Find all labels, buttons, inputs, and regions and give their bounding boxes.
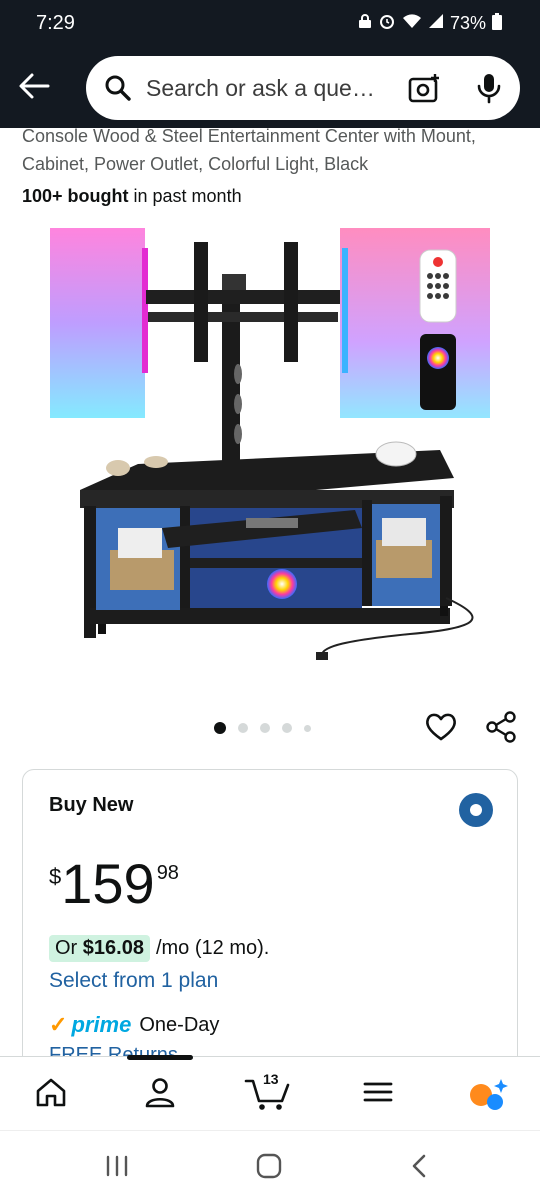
recent-apps-icon[interactable] bbox=[104, 1153, 130, 1184]
select-plan-link[interactable]: Select from 1 plan bbox=[49, 969, 218, 993]
battery-text: 73% bbox=[449, 13, 486, 33]
purchase-count: 100+ bought in past month bbox=[22, 186, 242, 207]
menu-icon[interactable] bbox=[362, 1075, 394, 1114]
search-placeholder: Search or ask a que… bbox=[146, 75, 375, 101]
monthly-prefix: Or bbox=[55, 937, 78, 959]
home-icon[interactable] bbox=[34, 1075, 68, 1114]
back-button[interactable] bbox=[16, 68, 52, 104]
monthly-amount: $16.08 bbox=[82, 937, 144, 959]
wifi-icon bbox=[402, 13, 422, 34]
price-whole: 159 bbox=[61, 852, 155, 915]
rufus-assistant-icon[interactable] bbox=[466, 1075, 510, 1118]
signal-icon bbox=[428, 13, 444, 34]
search-input[interactable]: Search or ask a que… bbox=[86, 56, 520, 120]
status-bar: 7:29 73% bbox=[0, 0, 540, 50]
price-fraction: 98 bbox=[156, 862, 179, 884]
alarm-icon bbox=[378, 12, 396, 35]
delivery-speed: One-Day bbox=[139, 1013, 220, 1036]
battery-icon bbox=[492, 12, 502, 35]
account-icon[interactable] bbox=[143, 1075, 177, 1114]
status-icons: 73% bbox=[358, 12, 502, 35]
back-arrow-icon bbox=[19, 73, 50, 99]
buy-box: Buy New $ 159 98 Or $16.08 /mo (12 mo). … bbox=[22, 769, 518, 1056]
lock-icon bbox=[358, 13, 372, 34]
image-pagination[interactable] bbox=[214, 722, 311, 734]
active-tab-indicator bbox=[127, 1055, 193, 1060]
prime-check-icon: ✓ bbox=[49, 1012, 68, 1037]
search-header: Search or ask a que… bbox=[0, 50, 540, 128]
monthly-payment: Or $16.08 /mo (12 mo). bbox=[49, 935, 269, 962]
cart-count: 13 bbox=[263, 1071, 279, 1087]
pagination-dot[interactable] bbox=[260, 723, 270, 733]
monthly-pill: Or $16.08 bbox=[49, 935, 150, 962]
system-nav-bar bbox=[0, 1130, 540, 1201]
bought-period: in past month bbox=[128, 186, 242, 206]
monthly-term: /mo (12 mo). bbox=[155, 937, 270, 959]
microphone-icon[interactable] bbox=[476, 72, 502, 109]
product-title[interactable]: Console Wood & Steel Entertainment Cente… bbox=[22, 128, 522, 178]
bought-count: 100+ bought bbox=[22, 186, 129, 206]
prime-delivery: ✓ prime One-Day bbox=[49, 1012, 219, 1038]
pagination-dot[interactable] bbox=[282, 723, 292, 733]
back-nav-icon[interactable] bbox=[408, 1153, 430, 1184]
buy-new-label: Buy New bbox=[49, 794, 134, 816]
camera-search-icon[interactable] bbox=[408, 73, 442, 110]
price: $ 159 98 bbox=[49, 856, 179, 912]
prime-logo: prime bbox=[71, 1012, 132, 1037]
home-button-icon[interactable] bbox=[255, 1153, 283, 1184]
price-currency: $ bbox=[49, 864, 62, 889]
product-page: Console Wood & Steel Entertainment Cente… bbox=[0, 128, 540, 1056]
pagination-dot[interactable] bbox=[238, 723, 248, 733]
search-icon bbox=[104, 74, 132, 107]
bottom-nav: 13 bbox=[0, 1055, 540, 1131]
pagination-dot[interactable] bbox=[304, 724, 311, 732]
buy-new-radio[interactable] bbox=[459, 793, 493, 827]
product-image[interactable] bbox=[50, 228, 490, 668]
heart-icon[interactable] bbox=[424, 710, 458, 749]
status-time: 7:29 bbox=[36, 12, 75, 34]
share-icon[interactable] bbox=[484, 710, 518, 749]
pagination-dot[interactable] bbox=[214, 722, 226, 734]
